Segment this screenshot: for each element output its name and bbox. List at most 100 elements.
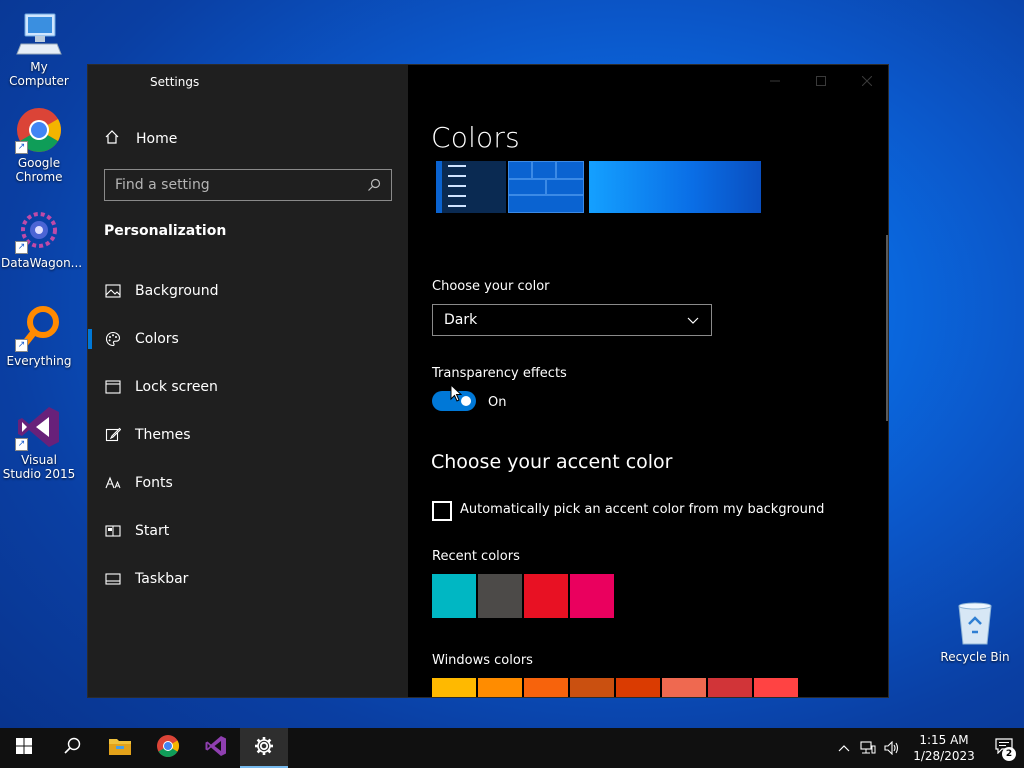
palette-icon: [104, 331, 122, 347]
choose-color-dropdown[interactable]: Dark: [432, 304, 712, 336]
sidebar-item-label: Themes: [135, 427, 191, 443]
auto-pick-accent-checkbox[interactable]: [432, 501, 452, 521]
maximize-button[interactable]: [798, 65, 844, 97]
visual-studio-icon: [204, 734, 228, 762]
sidebar-item-fonts[interactable]: Fonts: [88, 459, 408, 507]
chrome-icon: ↗: [15, 106, 63, 154]
datawagon-icon: ↗: [15, 206, 63, 254]
sidebar-item-label: Background: [135, 283, 219, 299]
page-title: Colors: [431, 121, 520, 154]
windows-color-swatch[interactable]: [754, 678, 798, 697]
transparency-label: Transparency effects: [432, 366, 567, 381]
sidebar-item-label: Colors: [135, 331, 179, 347]
computer-icon: [15, 10, 63, 58]
chevron-down-icon: [686, 313, 700, 327]
desktop-icon-recycle-bin[interactable]: Recycle Bin: [940, 600, 1010, 664]
taskbar-chrome[interactable]: [144, 728, 192, 768]
windows-color-swatch[interactable]: [708, 678, 752, 697]
recent-color-swatch[interactable]: [478, 574, 522, 618]
shortcut-arrow-icon: ↗: [15, 241, 28, 254]
taskbar-settings[interactable]: [240, 728, 288, 768]
settings-sidebar: Settings Home Find a setting Personaliza…: [88, 65, 408, 697]
color-preview: [432, 161, 762, 215]
recent-color-swatch[interactable]: [570, 574, 614, 618]
sidebar-item-start[interactable]: Start: [88, 507, 408, 555]
home-icon: [104, 129, 122, 149]
desktop-icon-my-computer[interactable]: My Computer: [1, 10, 77, 88]
desktop-icon-datawagon[interactable]: ↗ DataWagon...: [1, 206, 82, 270]
desktop-icon-label: Recycle Bin: [940, 650, 1010, 664]
windows-color-swatch[interactable]: [616, 678, 660, 697]
recent-color-swatch[interactable]: [524, 574, 568, 618]
sidebar-item-lock-screen[interactable]: Lock screen: [88, 363, 408, 411]
close-button[interactable]: [844, 65, 888, 97]
everything-search-icon: ↗: [15, 304, 63, 352]
taskbar-visual-studio[interactable]: [192, 728, 240, 768]
windows-color-swatch[interactable]: [524, 678, 568, 697]
clock-date: 1/28/2023: [913, 749, 975, 763]
recent-colors-row: [432, 574, 616, 618]
start-button[interactable]: [0, 728, 48, 768]
windows-color-swatch[interactable]: [570, 678, 614, 697]
desktop-icon-visual-studio[interactable]: ↗ Visual Studio 2015: [1, 403, 77, 481]
desktop-icon-google-chrome[interactable]: ↗ Google Chrome: [1, 106, 77, 184]
shortcut-arrow-icon: ↗: [15, 438, 28, 451]
choose-color-label: Choose your color: [432, 279, 550, 294]
action-center-button[interactable]: 2: [984, 728, 1024, 768]
settings-window: Settings Home Find a setting Personaliza…: [87, 64, 889, 698]
show-hidden-icons-button[interactable]: [832, 744, 856, 752]
desktop-icon-label: Visual Studio 2015: [2, 453, 76, 481]
windows-color-swatch[interactable]: [478, 678, 522, 697]
choose-color-value: Dark: [444, 312, 478, 328]
accent-color-heading: Choose your accent color: [431, 451, 673, 473]
content-scrollbar[interactable]: [886, 235, 888, 421]
clock-time: 1:15 AM: [919, 733, 969, 747]
lock-screen-icon: [104, 380, 122, 394]
minimize-button[interactable]: [752, 65, 798, 97]
chrome-icon: [156, 734, 180, 762]
desktop-icon-label: Google Chrome: [15, 156, 63, 184]
windows-color-swatch[interactable]: [662, 678, 706, 697]
volume-icon[interactable]: [880, 741, 904, 755]
sidebar-home[interactable]: Home: [104, 129, 177, 149]
sidebar-item-label: Lock screen: [135, 379, 218, 395]
window-caption-buttons: [752, 65, 888, 97]
notification-count-badge: 2: [1002, 747, 1016, 761]
mouse-cursor-icon: [450, 383, 463, 402]
windows-colors-row: [432, 678, 800, 697]
search-icon: [63, 737, 81, 759]
font-icon: [104, 476, 122, 490]
taskbar-icon: [104, 573, 122, 585]
taskbar-file-explorer[interactable]: [96, 728, 144, 768]
window-title: Settings: [150, 75, 200, 89]
search-placeholder: Find a setting: [115, 177, 210, 193]
windows-color-swatch[interactable]: [432, 678, 476, 697]
auto-pick-accent-label: Automatically pick an accent color from …: [460, 502, 825, 517]
sidebar-item-background[interactable]: Background: [88, 267, 408, 315]
brush-icon: [104, 427, 122, 443]
sidebar-item-taskbar[interactable]: Taskbar: [88, 555, 408, 603]
start-icon: [16, 738, 32, 758]
system-tray: 1:15 AM 1/28/2023 2: [832, 728, 1024, 768]
taskbar-clock[interactable]: 1:15 AM 1/28/2023: [904, 732, 984, 764]
settings-content: Colors Choose your color Dark Transparen…: [408, 65, 888, 697]
recent-color-swatch[interactable]: [432, 574, 476, 618]
desktop-icon-label: Everything: [6, 354, 72, 368]
shortcut-arrow-icon: ↗: [15, 141, 28, 154]
sidebar-section-heading: Personalization: [104, 223, 227, 239]
taskbar-search-button[interactable]: [48, 728, 96, 768]
search-icon[interactable]: [367, 178, 381, 192]
sidebar-item-label: Start: [135, 523, 170, 539]
recycle-bin-icon: [953, 600, 997, 646]
toggle-knob: [461, 396, 471, 406]
find-setting-search[interactable]: Find a setting: [104, 169, 392, 201]
picture-icon: [104, 284, 122, 298]
sidebar-item-colors[interactable]: Colors: [88, 315, 408, 363]
network-icon[interactable]: [856, 741, 880, 755]
preview-tiles: [508, 161, 584, 213]
sidebar-item-themes[interactable]: Themes: [88, 411, 408, 459]
shortcut-arrow-icon: ↗: [15, 339, 28, 352]
desktop-icon-everything[interactable]: ↗ Everything: [1, 304, 77, 368]
windows-colors-label: Windows colors: [432, 653, 533, 668]
taskbar: 1:15 AM 1/28/2023 2: [0, 728, 1024, 768]
